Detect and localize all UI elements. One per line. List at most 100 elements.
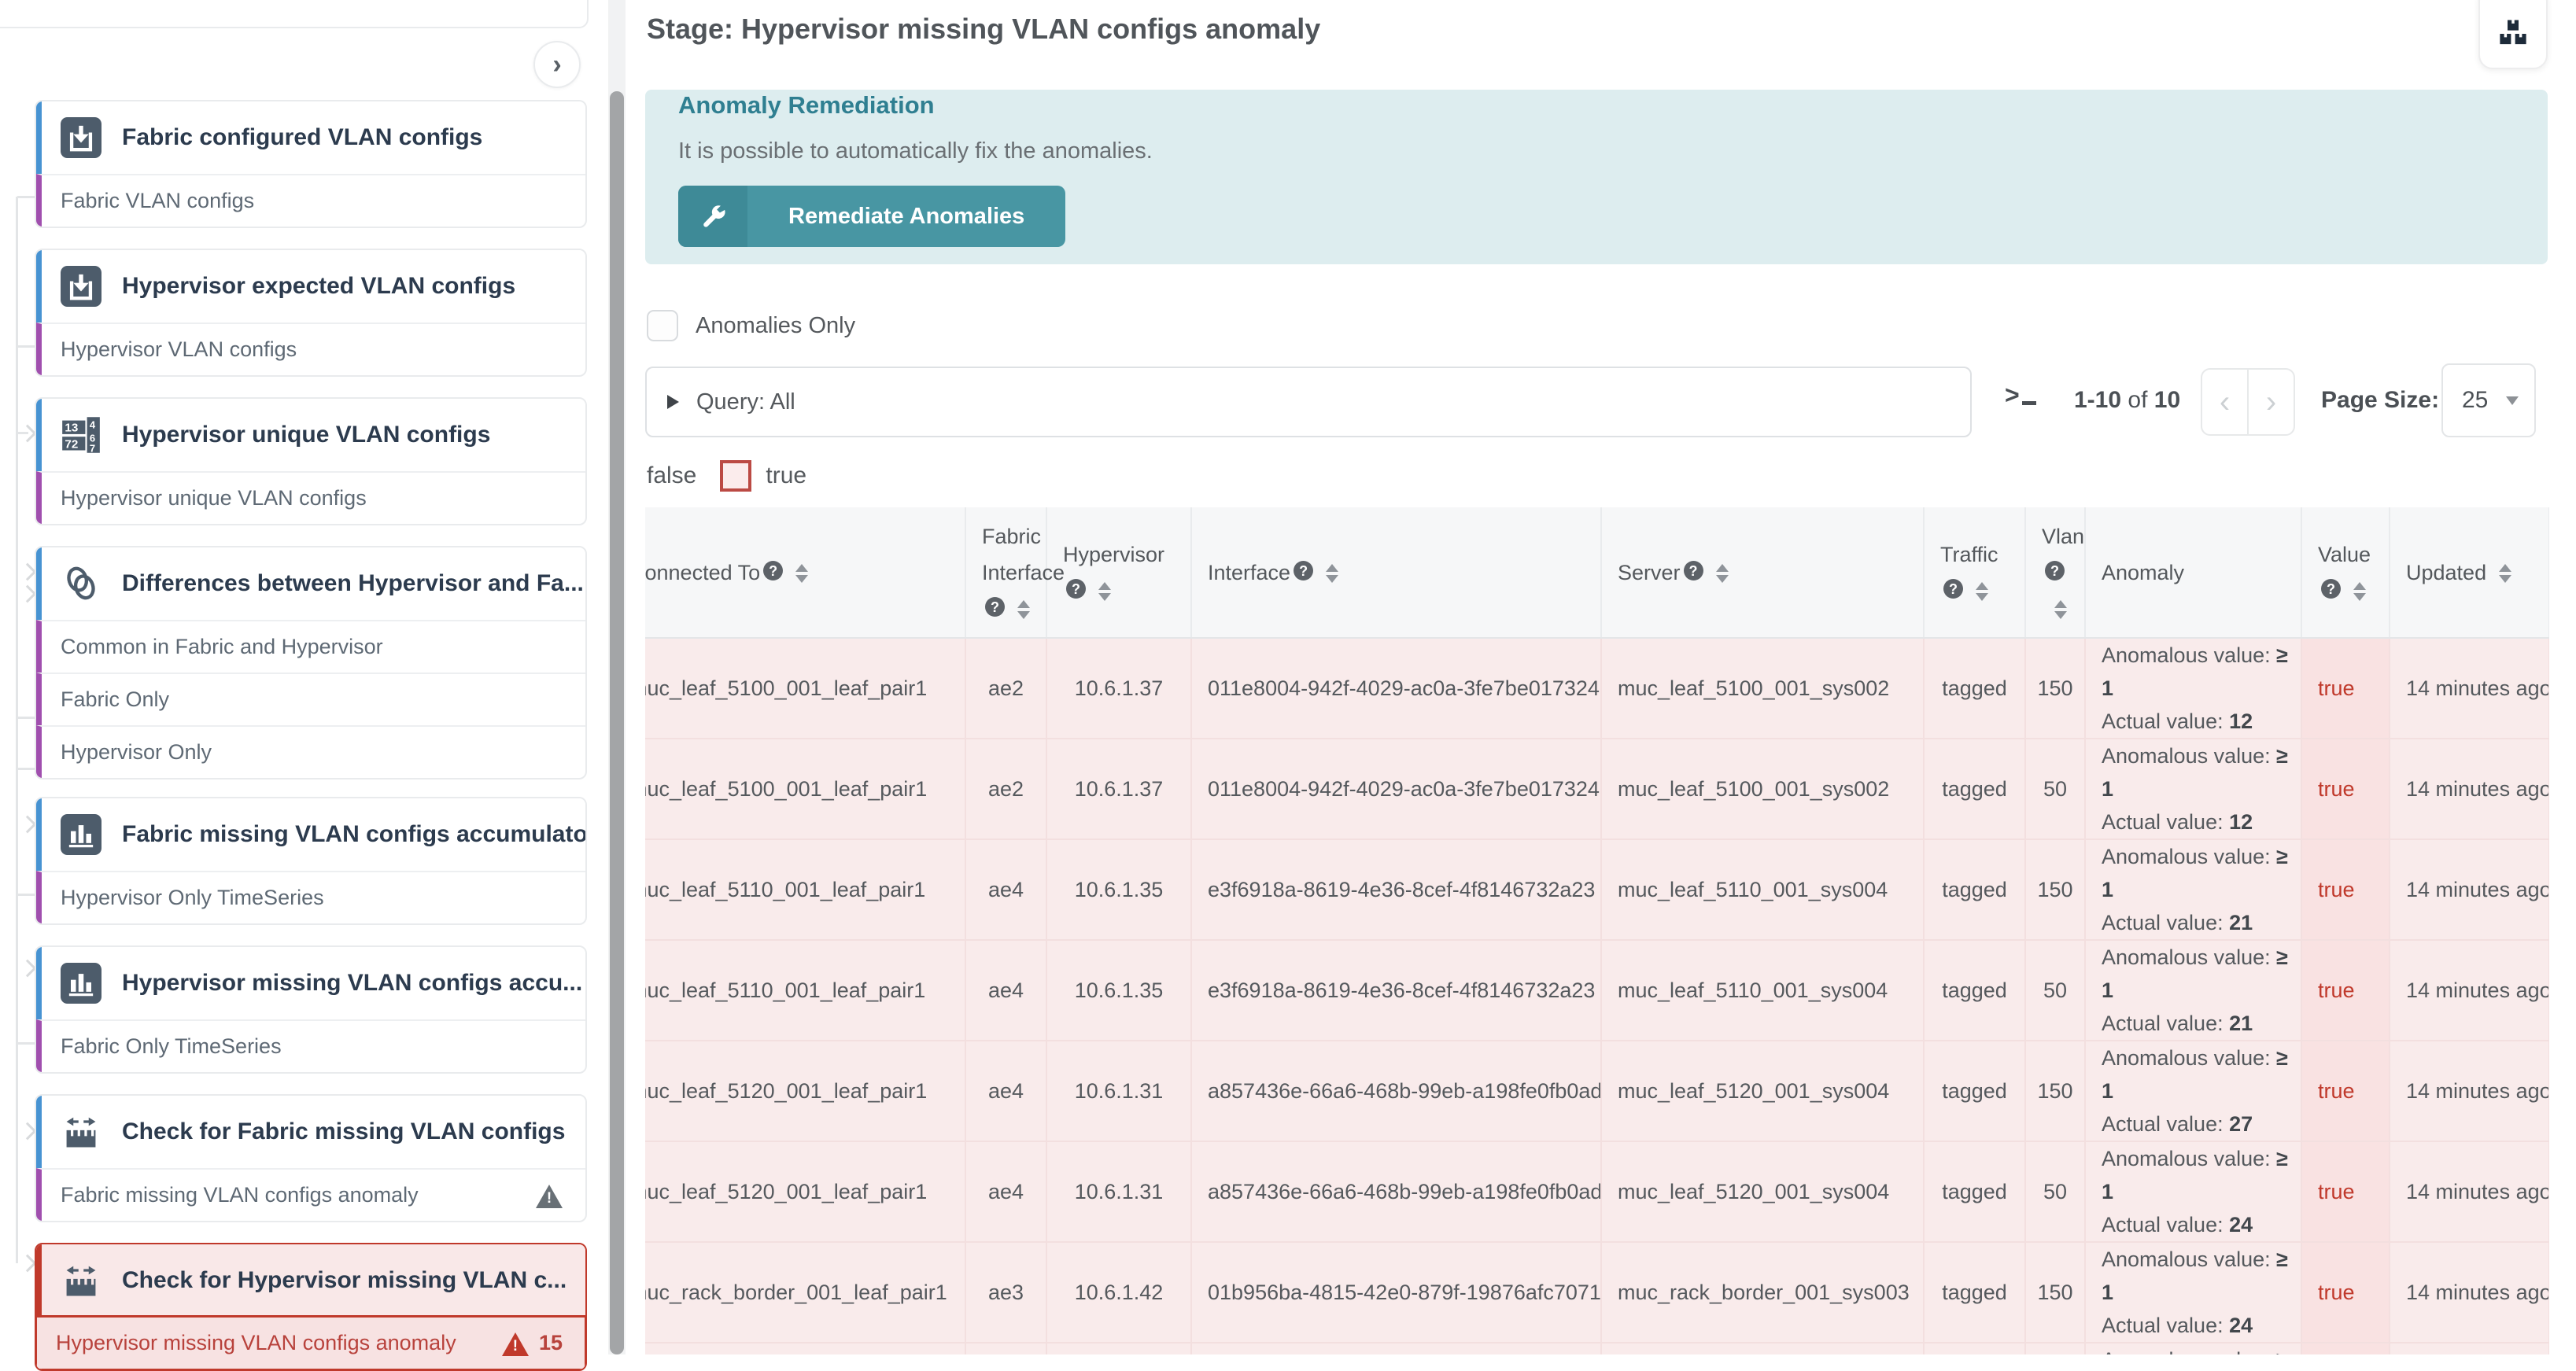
sidebar-scrollbar-track[interactable] <box>608 0 626 1354</box>
help-icon[interactable]: ? <box>1943 579 1963 599</box>
col-vlan[interactable]: Vlan? <box>2025 507 2085 638</box>
results-table: Connected To? Fabric Interface? Hypervis… <box>645 507 2549 1354</box>
sort-icon[interactable] <box>1098 582 1111 601</box>
help-icon[interactable]: ? <box>1066 579 1086 599</box>
col-value[interactable]: Value? <box>2301 507 2390 638</box>
cell-anomaly: Anomalous value: ≥ 1Actual value: 21 <box>2085 940 2301 1041</box>
cell-traffic: tagged <box>1924 1242 2025 1343</box>
sort-icon[interactable] <box>1326 564 1338 583</box>
stage-output[interactable]: Hypervisor Only <box>36 725 585 778</box>
remediate-anomalies-button[interactable]: Remediate Anomalies <box>678 186 1065 247</box>
stage-card-hypervisor-expected[interactable]: Hypervisor expected VLAN configs Hypervi… <box>35 249 587 377</box>
range-total: 10 <box>2154 387 2180 413</box>
cell-fabric-interface: ae4 <box>965 1141 1046 1242</box>
sort-icon[interactable] <box>2353 582 2366 601</box>
connector-arrow-icon <box>19 1122 37 1141</box>
page-size-label: Page Size: <box>2321 387 2439 414</box>
stage-card-differences[interactable]: Differences between Hypervisor and Fa...… <box>35 546 587 779</box>
connector-arrow-icon <box>19 425 37 443</box>
anomalous-label: Anomalous value: <box>2102 1348 2271 1354</box>
anomalies-only-label[interactable]: Anomalies Only <box>696 313 855 339</box>
connector-arrow-icon <box>19 960 37 978</box>
anomalous-label: Anomalous value: <box>2102 1248 2271 1271</box>
table-row: muc_leaf_5120_001_leaf_pair1 ae4 10.6.1.… <box>645 1141 2549 1242</box>
col-fabric-interface[interactable]: Fabric Interface? <box>965 507 1046 638</box>
sort-icon[interactable] <box>1017 600 1030 619</box>
col-anomaly[interactable]: Anomaly <box>2085 507 2301 638</box>
stage-card-fabric-configured[interactable]: Fabric configured VLAN configs Fabric VL… <box>35 100 587 228</box>
bar-chart-icon <box>61 814 101 855</box>
cell-value: true <box>2301 1242 2390 1343</box>
anomalies-only-checkbox[interactable] <box>647 310 678 341</box>
stage-output-selected[interactable]: Hypervisor missing VLAN configs anomaly … <box>35 1315 587 1371</box>
sort-icon[interactable] <box>1716 564 1729 583</box>
page-size-select[interactable]: 25 <box>2441 363 2536 437</box>
help-icon[interactable]: ? <box>1294 561 1313 580</box>
stage-output[interactable]: Hypervisor Only TimeSeries <box>36 871 585 923</box>
terminal-icon[interactable]: > <box>2005 382 2036 407</box>
cell-updated: 14 minutes ago <box>2390 1343 2549 1354</box>
bar-chart-icon <box>61 963 101 1004</box>
sort-icon[interactable] <box>795 564 808 583</box>
connector-line <box>17 1042 35 1045</box>
stage-output[interactable]: Hypervisor VLAN configs <box>36 322 585 375</box>
help-icon[interactable]: ? <box>2321 579 2341 599</box>
cell-connected-to: muc_leaf_5110_001_leaf_pair1 <box>645 839 965 940</box>
help-icon[interactable]: ? <box>985 597 1005 617</box>
col-server[interactable]: Server? <box>1601 507 1924 638</box>
anomalies-only-row: Anomalies Only <box>647 310 855 341</box>
help-icon[interactable]: ? <box>763 561 783 580</box>
connector-arrow-icon <box>19 585 37 603</box>
stage-card-hypervisor-unique[interactable]: 1372467 Hypervisor unique VLAN configs H… <box>35 397 587 525</box>
col-updated[interactable]: Updated <box>2390 507 2549 638</box>
cell-fabric-interface: ae3 <box>965 1343 1046 1354</box>
stage-output-label: Hypervisor Only TimeSeries <box>61 886 324 910</box>
actual-value: 24 <box>2229 1213 2253 1236</box>
connector-arrow-icon <box>19 1255 37 1273</box>
help-icon[interactable]: ? <box>1684 561 1703 580</box>
actual-label: Actual value: <box>2102 810 2224 834</box>
stage-output[interactable]: Fabric Only TimeSeries <box>36 1019 585 1072</box>
next-page-button[interactable]: › <box>2249 370 2294 434</box>
cell-hypervisor: 10.6.1.42 <box>1046 1242 1191 1343</box>
col-label: Value <box>2318 543 2371 566</box>
prev-page-button[interactable]: ‹ <box>2202 370 2249 434</box>
sort-icon[interactable] <box>2499 564 2511 583</box>
cell-updated: 14 minutes ago <box>2390 1141 2549 1242</box>
stage-card-check-hypervisor-missing[interactable]: Check for Hypervisor missing VLAN c... H… <box>35 1243 587 1371</box>
col-connected-to[interactable]: Connected To? <box>645 507 965 638</box>
sort-icon[interactable] <box>2054 600 2067 619</box>
cell-vlan: 50 <box>2025 739 2085 839</box>
cell-server: muc_leaf_5120_001_sys004 <box>1601 1141 1924 1242</box>
col-hypervisor[interactable]: Hypervisor? <box>1046 507 1191 638</box>
cell-interface: a857436e-66a6-468b-99eb-a198fe0fb0ad <box>1191 1041 1601 1141</box>
cell-traffic: tagged <box>1924 1343 2025 1354</box>
stage-output[interactable]: Fabric Only <box>36 673 585 725</box>
help-icon[interactable]: ? <box>2045 561 2065 580</box>
pagination-range: 1-10 of 10 <box>2074 387 2180 414</box>
warning-icon <box>535 1183 563 1208</box>
stage-card-check-fabric-missing[interactable]: Check for Fabric missing VLAN configs Fa… <box>35 1094 587 1222</box>
query-bar[interactable]: Query: All <box>645 367 1972 437</box>
col-label: Interface <box>1208 561 1290 584</box>
stage-output-label: Fabric Only <box>61 687 169 712</box>
anomaly-remediation-banner: Anomaly Remediation It is possible to au… <box>645 90 2548 264</box>
actual-value: 21 <box>2229 911 2253 934</box>
sidebar-scrollbar-thumb[interactable] <box>610 91 624 1354</box>
stage-output[interactable]: Common in Fabric and Hypervisor <box>36 620 585 673</box>
stage-card-hypervisor-missing-accumulator[interactable]: Hypervisor missing VLAN configs accu... … <box>35 945 587 1074</box>
table-row: muc_leaf_5120_001_leaf_pair1 ae4 10.6.1.… <box>645 1041 2549 1141</box>
pipeline-sidebar: › Fabric configured VLAN configs Fabric … <box>0 0 606 1354</box>
stage-output[interactable]: Fabric missing VLAN configs anomaly <box>36 1168 585 1221</box>
col-interface[interactable]: Interface? <box>1191 507 1601 638</box>
stage-output[interactable]: Fabric VLAN configs <box>36 174 585 227</box>
stages-view-button[interactable] <box>2478 0 2548 69</box>
col-traffic[interactable]: Traffic? <box>1924 507 2025 638</box>
sidebar-collapse-button[interactable]: › <box>533 41 581 88</box>
anomaly-count-badge: 15 <box>539 1331 563 1355</box>
sort-icon[interactable] <box>1976 582 1988 601</box>
cell-value: true <box>2301 839 2390 940</box>
disclosure-triangle-icon <box>667 395 679 409</box>
stage-card-fabric-missing-accumulator[interactable]: Fabric missing VLAN configs accumulator … <box>35 797 587 925</box>
stage-output[interactable]: Hypervisor unique VLAN configs <box>36 471 585 524</box>
